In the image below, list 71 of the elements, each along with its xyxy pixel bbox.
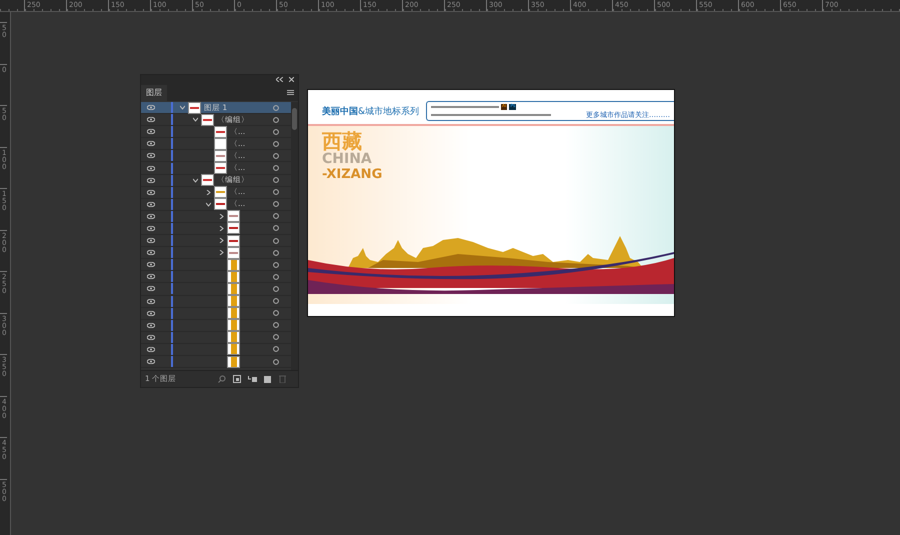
eye-icon[interactable] [147,274,155,280]
layer-thumbnail [215,126,226,137]
layer-row[interactable] [141,344,291,356]
layer-row[interactable] [141,235,291,248]
layer-thumbnail [228,320,239,330]
eye-icon[interactable] [147,310,155,316]
layer-row[interactable] [141,332,291,344]
layer-row[interactable] [141,210,291,223]
scrollbar[interactable] [291,102,298,370]
eye-icon[interactable] [147,190,155,195]
layer-thumbnail [228,332,239,342]
layer-thumbnail [202,114,213,125]
collapse-icon[interactable] [276,76,283,82]
layer-thumbnail [215,187,226,198]
clipping-mask-icon[interactable] [233,375,241,383]
layer-row[interactable] [141,320,291,332]
new-sublayer-icon[interactable] [248,375,257,383]
layer-row[interactable] [141,308,291,320]
eye-icon[interactable] [147,141,155,146]
layer-thumbnail [228,211,239,222]
layer-thumbnail [215,163,226,174]
layer-thumbnail [228,223,239,234]
layer-row[interactable] [141,259,291,272]
eye-icon[interactable] [147,262,155,268]
eye-icon[interactable] [147,202,155,207]
eye-icon[interactable] [147,214,155,219]
layer-row[interactable] [141,271,291,284]
menu-icon[interactable] [287,90,294,95]
layer-row[interactable] [141,247,291,260]
layer-thumbnail [228,284,239,294]
eye-icon[interactable] [147,238,155,244]
pinyin-title: -XIZANG [322,167,384,182]
search-icon[interactable] [218,375,226,383]
ghost-word: CHINA [322,152,373,167]
layer-thumbnail [228,356,239,367]
eye-icon[interactable] [147,286,155,292]
eye-icon[interactable] [147,105,155,110]
eye-icon[interactable] [147,166,155,171]
eye-icon[interactable] [147,346,155,352]
eye-icon[interactable] [147,117,155,122]
layer-row[interactable] [141,356,291,368]
eye-icon[interactable] [147,250,155,256]
layer-thumbnail [228,236,239,246]
eye-icon[interactable] [147,226,155,231]
layer-thumbnail [228,344,239,354]
layers-tab[interactable]: 图层 [141,85,167,101]
layer-thumbnail [228,260,239,270]
layer-thumbnail [189,102,200,113]
close-icon[interactable] [289,76,294,82]
layer-thumbnail [215,138,226,149]
eye-icon[interactable] [147,153,155,158]
eye-icon[interactable] [147,359,155,364]
new-layer-icon[interactable] [264,375,272,383]
layer-row[interactable] [141,222,291,236]
layer-thumbnail [215,199,226,210]
eye-icon[interactable] [147,322,155,328]
eye-icon[interactable] [147,178,155,183]
series-title: 美丽中国&城市地标系列 [322,105,420,118]
layer-thumbnail [228,308,239,318]
layer-row[interactable] [141,283,291,296]
layer-thumbnail [202,175,213,186]
city-title: 西藏 [322,130,362,152]
layer-row[interactable] [141,296,291,308]
layer-thumbnail [228,272,239,282]
eye-icon[interactable] [147,334,155,340]
illegible-text-line [431,106,499,108]
eye-icon[interactable] [147,298,155,304]
layer-thumbnail [228,248,239,258]
layer-thumbnail [228,296,239,306]
eye-icon[interactable] [147,129,155,134]
layer-thumbnail [215,150,226,161]
